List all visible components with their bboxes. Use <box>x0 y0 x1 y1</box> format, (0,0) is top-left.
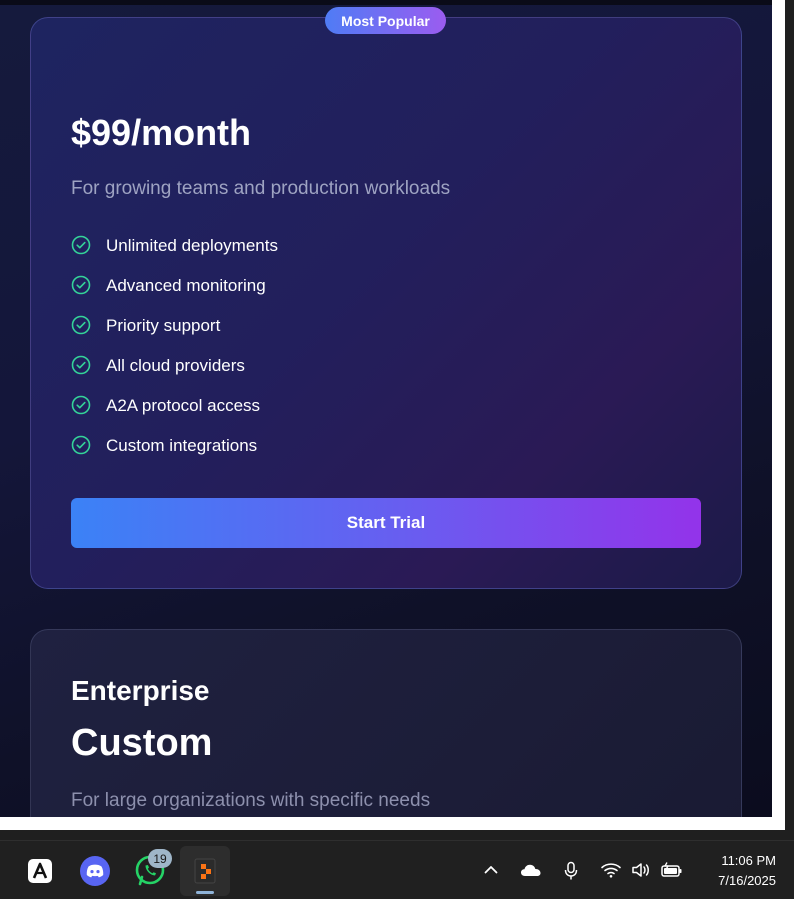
volume-icon[interactable] <box>630 861 652 879</box>
feature-item: A2A protocol access <box>71 395 278 435</box>
battery-icon[interactable] <box>660 861 684 879</box>
check-circle-icon <box>71 435 91 455</box>
most-popular-badge: Most Popular <box>325 7 446 34</box>
chevron-up-icon[interactable] <box>482 861 500 879</box>
clock-time: 11:06 PM <box>721 853 776 868</box>
discord-icon <box>80 856 110 886</box>
clock-date: 7/16/2025 <box>718 873 776 888</box>
cloud-icon[interactable] <box>519 861 543 879</box>
feature-label: Priority support <box>106 316 221 335</box>
a-logo-icon <box>28 859 52 883</box>
feature-label: All cloud providers <box>106 356 245 375</box>
feature-item: All cloud providers <box>71 355 278 395</box>
feature-list: Unlimited deployments Advanced monitorin… <box>71 235 278 475</box>
taskbar-clock[interactable]: 11:06 PM 7/16/2025 <box>700 851 776 891</box>
app-icon-active <box>194 858 216 884</box>
taskbar-app-active[interactable] <box>180 846 230 896</box>
active-app-indicator <box>196 891 214 894</box>
check-circle-icon <box>71 275 91 295</box>
page-viewport: Most Popular $99/month For growing teams… <box>0 0 772 817</box>
pro-price: $99/month <box>71 112 252 153</box>
start-trial-button[interactable]: Start Trial <box>71 498 701 548</box>
taskbar-app-discord[interactable] <box>70 846 120 896</box>
taskbar-app-a[interactable] <box>15 846 65 896</box>
feature-label: A2A protocol access <box>106 396 261 415</box>
feature-item: Advanced monitoring <box>71 275 278 315</box>
microphone-icon[interactable] <box>562 861 580 881</box>
enterprise-description: For large organizations with specific ne… <box>71 790 431 811</box>
window-gap-right <box>785 0 794 840</box>
enterprise-price: Custom <box>71 722 213 764</box>
feature-item: Priority support <box>71 315 278 355</box>
enterprise-plan-name: Enterprise <box>71 675 210 706</box>
window-border-bottom <box>0 817 785 830</box>
window-gap-bottom <box>0 830 794 840</box>
feature-label: Custom integrations <box>106 436 258 455</box>
pro-description: For growing teams and production workloa… <box>71 178 451 199</box>
wifi-icon[interactable] <box>600 861 622 879</box>
check-circle-icon <box>71 395 91 415</box>
feature-item: Custom integrations <box>71 435 278 475</box>
notification-badge: 19 <box>148 849 172 868</box>
taskbar: 19 11:06 PM 7/16/2025 <box>0 840 794 899</box>
feature-label: Unlimited deployments <box>106 236 278 255</box>
check-circle-icon <box>71 355 91 375</box>
feature-label: Advanced monitoring <box>106 276 266 295</box>
check-circle-icon <box>71 315 91 335</box>
feature-item: Unlimited deployments <box>71 235 278 275</box>
top-edge <box>0 0 772 5</box>
window-border-right <box>772 0 785 830</box>
check-circle-icon <box>71 235 91 255</box>
